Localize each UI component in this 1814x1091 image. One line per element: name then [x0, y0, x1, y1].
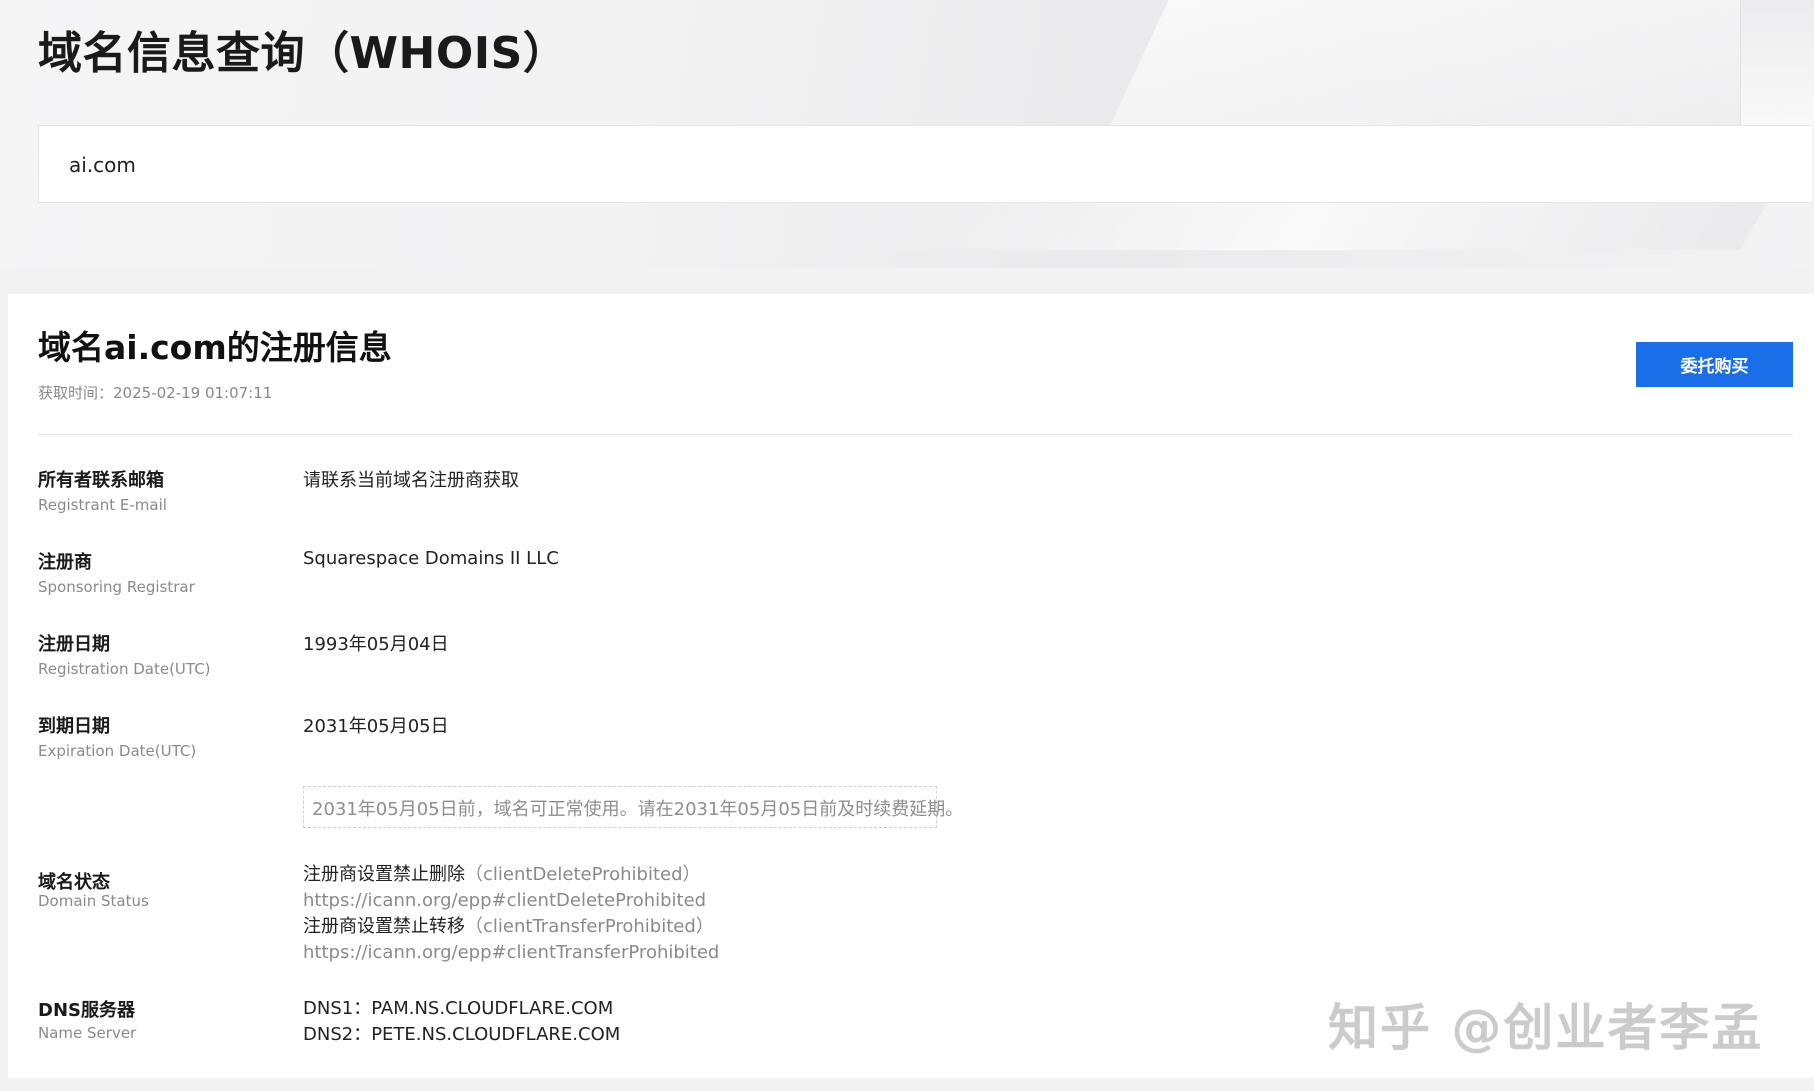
dns-item: DNS1：PAM.NS.CLOUDFLARE.COM: [303, 998, 614, 1019]
field-label-en: Expiration Date(UTC): [38, 742, 197, 760]
dns-list: DNS1：PAM.NS.CLOUDFLARE.COM DNS2：PETE.NS.…: [303, 996, 620, 1048]
registration-info-card: 域名ai.com的注册信息 获取时间：2025-02-19 01:07:11 委…: [8, 294, 1814, 1078]
background-decoration: [1103, 0, 1814, 140]
status-link[interactable]: https://icann.org/epp#clientTransferProh…: [303, 940, 719, 966]
status-list: 注册商设置禁止删除（clientDeleteProhibited） https:…: [303, 862, 719, 966]
status-item: 注册商设置禁止删除（clientDeleteProhibited）: [303, 862, 719, 888]
field-label-en: Name Server: [38, 1024, 137, 1042]
field-value: Squarespace Domains II LLC: [303, 548, 559, 569]
field-label: DNS服务器: [38, 1000, 135, 1021]
renewal-notice: 2031年05月05日前，域名可正常使用。请在2031年05月05日前及时续费延…: [303, 786, 963, 828]
result-title: 域名ai.com的注册信息: [38, 328, 392, 367]
watermark: 知乎 @创业者李孟: [1328, 999, 1764, 1057]
fetch-time: 获取时间：2025-02-19 01:07:11: [38, 382, 272, 403]
field-label-en: Registration Date(UTC): [38, 660, 211, 678]
status-code: （clientDeleteProhibited）: [465, 864, 701, 885]
page-header: 域名信息查询（WHOIS）: [0, 0, 1814, 268]
status-item: 注册商设置禁止转移（clientTransferProhibited）: [303, 914, 719, 940]
field-label-en: Sponsoring Registrar: [38, 578, 195, 596]
status-text: 注册商设置禁止删除: [303, 864, 465, 885]
field-label-en: Registrant E-mail: [38, 496, 167, 514]
background-decoration: [1740, 0, 1814, 130]
field-value: 1993年05月04日: [303, 634, 449, 655]
field-value: 2031年05月05日: [303, 716, 449, 737]
page-title: 域名信息查询（WHOIS）: [38, 28, 568, 79]
divider: [38, 434, 1793, 435]
status-text: 注册商设置禁止转移: [303, 916, 465, 937]
broker-purchase-button[interactable]: 委托购买: [1636, 342, 1793, 387]
field-label: 所有者联系邮箱: [38, 470, 164, 491]
domain-search-input[interactable]: [69, 150, 1069, 180]
fetch-time-value: 2025-02-19 01:07:11: [113, 384, 273, 402]
status-code: （clientTransferProhibited）: [465, 916, 714, 937]
field-value: 请联系当前域名注册商获取: [303, 470, 519, 491]
field-label: 注册日期: [38, 634, 110, 655]
field-label: 域名状态: [38, 872, 110, 893]
dns-item: DNS2：PETE.NS.CLOUDFLARE.COM: [303, 1024, 621, 1045]
field-label: 注册商: [38, 552, 92, 573]
fetch-time-label: 获取时间：: [38, 384, 114, 402]
field-label-en: Domain Status: [38, 892, 149, 910]
search-box[interactable]: [38, 125, 1814, 203]
status-link[interactable]: https://icann.org/epp#clientDeleteProhib…: [303, 888, 719, 914]
field-label: 到期日期: [38, 716, 110, 737]
